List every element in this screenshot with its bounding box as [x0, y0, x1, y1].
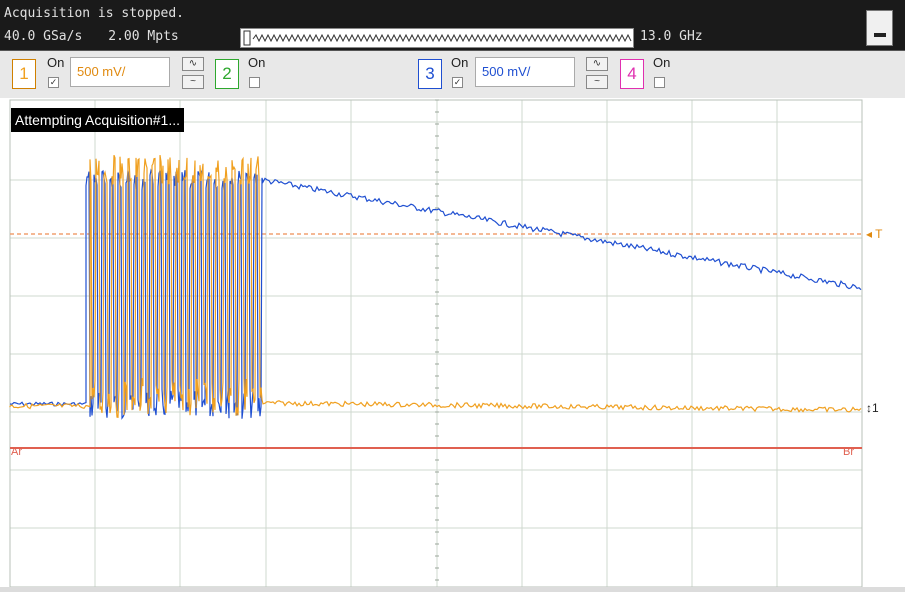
channel-1-coupling-ac-icon[interactable]: ∿ [182, 57, 204, 71]
minimize-icon [874, 33, 886, 37]
channel-4-button[interactable]: 4 [620, 59, 644, 89]
waveform-overview[interactable] [240, 28, 634, 48]
status-bar: Acquisition is stopped. 40.0 GSa/s 2.00 M… [0, 0, 905, 50]
minimize-button[interactable] [866, 10, 893, 46]
channel-1-level-marker: ↕1 [866, 401, 879, 415]
memory-depth: 2.00 Mpts [108, 29, 179, 44]
channel-3-scale[interactable]: 500 mV/ [475, 57, 575, 87]
channel-1-on-checkbox[interactable]: ✓ [48, 77, 59, 88]
overview-window-marker [243, 30, 251, 46]
channel-1-coupling-dc-icon[interactable]: ~ [182, 75, 204, 89]
waveform-canvas: ◂ T Ar Br ↕1 [9, 99, 883, 588]
channel-2-on-checkbox[interactable] [249, 77, 260, 88]
marker-b-label: Br [843, 446, 854, 458]
marker-a-label: Ar [11, 446, 22, 458]
overview-trace [252, 33, 632, 43]
waveform-display[interactable]: ◂ T Ar Br ↕1 [0, 98, 905, 588]
channel-4-on-checkbox[interactable] [654, 77, 665, 88]
channel-1-button[interactable]: 1 [12, 59, 36, 89]
acquisition-settings: 40.0 GSa/s 2.00 Mpts [4, 29, 179, 44]
acquisition-message: Attempting Acquisition#1... [11, 108, 184, 132]
channel-3-trace [9, 168, 862, 420]
channel-4-on-label: On [653, 55, 671, 70]
bandwidth: 13.0 GHz [640, 29, 703, 44]
overview-waveform [243, 30, 632, 46]
trigger-level-marker: ◂ T [866, 227, 883, 241]
channel-1-scale[interactable]: 500 mV/ [70, 57, 170, 87]
sample-rate: 40.0 GSa/s [4, 29, 83, 44]
channel-3-on-label: On [451, 55, 469, 70]
channel-2-button[interactable]: 2 [215, 59, 239, 89]
channel-2-on-label: On [248, 55, 266, 70]
channel-3-coupling-dc-icon[interactable]: ~ [586, 75, 608, 89]
channel-3-on-checkbox[interactable]: ✓ [452, 77, 463, 88]
channel-1-on-label: On [47, 55, 65, 70]
channel-bar: 1 On ✓ 500 mV/ ∿ ~ 2 On 3 On ✓ 500 mV/ ∿… [0, 50, 905, 100]
channel-3-button[interactable]: 3 [418, 59, 442, 89]
channel-3-coupling-ac-icon[interactable]: ∿ [586, 57, 608, 71]
acquisition-status: Acquisition is stopped. [4, 6, 185, 21]
